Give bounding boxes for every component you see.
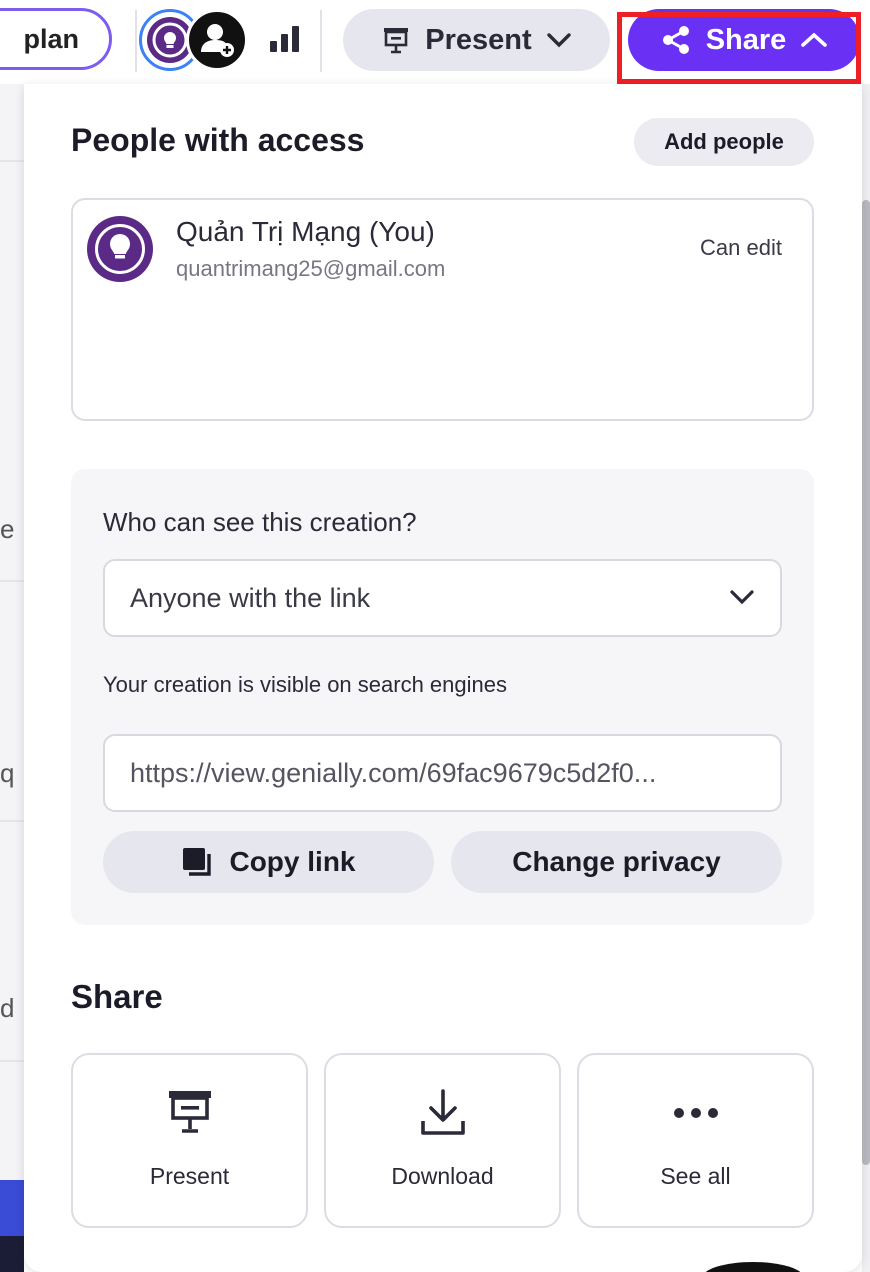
user-role: Can edit xyxy=(700,235,782,260)
share-button[interactable]: Share xyxy=(628,9,860,71)
plan-button[interactable]: plan xyxy=(0,8,112,70)
present-icon xyxy=(384,28,409,54)
change-privacy-label: Change privacy xyxy=(512,846,721,877)
plan-label: plan xyxy=(23,23,79,54)
share-option-download[interactable]: Download xyxy=(324,1053,561,1228)
background-block xyxy=(0,1236,24,1272)
background-text: d xyxy=(0,993,15,1023)
add-collaborator-button[interactable] xyxy=(186,9,248,71)
share-option-see-all[interactable]: See all xyxy=(577,1053,814,1228)
scrollbar-thumb[interactable] xyxy=(862,200,870,1165)
background-block xyxy=(0,1180,24,1236)
people-with-access-title: People with access xyxy=(71,122,365,158)
chevron-down-icon xyxy=(546,33,571,48)
chevron-up-icon xyxy=(801,32,828,47)
user-name: Quản Trị Mạng (You) xyxy=(176,216,435,247)
add-people-button[interactable]: Add people xyxy=(634,118,814,166)
copy-link-label: Copy link xyxy=(229,846,356,877)
bar-chart-icon xyxy=(270,26,299,52)
share-option-label: Download xyxy=(391,1163,494,1189)
top-toolbar: plan Present Share xyxy=(0,0,870,84)
share-label: Share xyxy=(705,23,787,56)
visibility-select[interactable]: Anyone with the link xyxy=(103,559,782,637)
divider xyxy=(135,10,137,72)
more-icon xyxy=(673,1108,718,1118)
search-visibility-note: Your creation is visible on search engin… xyxy=(103,672,507,697)
divider xyxy=(0,160,24,162)
share-link-value: https://view.genially.com/69fac9679c5d2f… xyxy=(130,757,657,788)
divider xyxy=(0,1060,24,1062)
visibility-question: Who can see this creation? xyxy=(103,507,417,537)
divider xyxy=(0,580,24,582)
present-label: Present xyxy=(425,23,532,56)
divider xyxy=(320,10,322,72)
user-email: quantrimang25@gmail.com xyxy=(176,256,446,281)
add-people-label: Add people xyxy=(664,129,784,154)
chevron-down-icon xyxy=(730,590,754,605)
background-text: e xyxy=(0,514,15,544)
share-option-present[interactable]: Present xyxy=(71,1053,308,1228)
share-icon xyxy=(662,26,689,54)
lightbulb-icon xyxy=(110,234,130,259)
avatar xyxy=(87,216,153,282)
copy-icon xyxy=(183,848,212,876)
analytics-button[interactable] xyxy=(268,24,302,54)
present-icon xyxy=(168,1091,211,1133)
add-user-icon xyxy=(201,24,234,57)
divider xyxy=(0,820,24,822)
present-dropdown-button[interactable]: Present xyxy=(343,9,610,71)
background-left-strip xyxy=(0,84,24,1272)
background-text: q xyxy=(0,758,15,788)
copy-link-button[interactable]: Copy link xyxy=(103,831,434,893)
change-privacy-button[interactable]: Change privacy xyxy=(451,831,782,893)
share-option-label: Present xyxy=(149,1163,230,1189)
share-option-label: See all xyxy=(660,1163,731,1189)
download-icon xyxy=(420,1089,465,1135)
visibility-value: Anyone with the link xyxy=(130,582,371,613)
share-section-title: Share xyxy=(71,978,163,1015)
share-link-field[interactable]: https://view.genially.com/69fac9679c5d2f… xyxy=(103,734,782,812)
